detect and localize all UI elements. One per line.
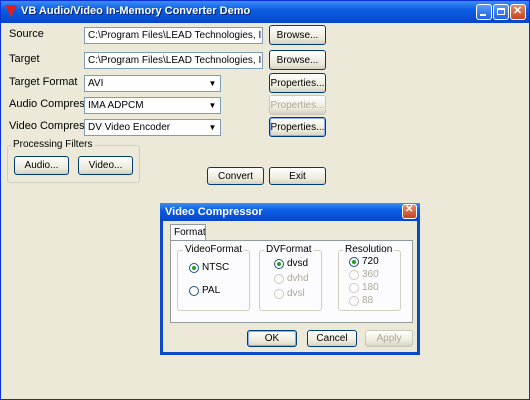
dvsl-label: dvsl: [287, 288, 305, 299]
target-format-value: AVI: [88, 78, 104, 89]
dvformat-title: DVFormat: [264, 244, 314, 255]
videoformat-title: VideoFormat: [183, 244, 245, 255]
ok-button[interactable]: OK: [247, 330, 297, 347]
apply-button[interactable]: Apply: [365, 330, 413, 347]
res-88-label: 88: [362, 295, 374, 306]
target-format-label: Target Format: [9, 76, 78, 88]
source-browse-button[interactable]: Browse...: [269, 25, 326, 45]
close-icon: ✕: [405, 204, 414, 215]
dvhd-radio[interactable]: [274, 274, 284, 284]
videoformat-group: [177, 250, 250, 311]
video-filters-button[interactable]: Video...: [78, 156, 133, 175]
pal-radio[interactable]: [189, 286, 199, 296]
res-720-radio[interactable]: [349, 257, 359, 267]
dialog-close-button[interactable]: ✕: [402, 204, 417, 219]
video-compressor-dialog: Video Compressor ✕ Format VideoFormat NT…: [160, 203, 420, 355]
minimize-button[interactable]: [476, 4, 492, 20]
target-format-select[interactable]: AVI ▼: [84, 75, 221, 92]
chevron-down-icon[interactable]: ▼: [206, 99, 219, 112]
dvsd-label: dvsd: [287, 258, 309, 269]
chevron-down-icon[interactable]: ▼: [206, 121, 219, 134]
exit-button[interactable]: Exit: [269, 167, 326, 185]
tab-format-label: Format: [174, 227, 206, 238]
ntsc-radio[interactable]: [189, 263, 199, 273]
app-icon: [5, 5, 17, 17]
processing-filters-title: Processing Filters: [11, 139, 95, 150]
dialog-title-bar[interactable]: Video Compressor ✕: [160, 203, 420, 221]
target-format-properties-button[interactable]: Properties...: [269, 73, 326, 93]
dvsl-radio[interactable]: [274, 289, 284, 299]
res-360-label: 360: [362, 269, 379, 280]
cancel-button[interactable]: Cancel: [307, 330, 357, 347]
dvsd-radio[interactable]: [274, 259, 284, 269]
res-180-label: 180: [362, 282, 379, 293]
target-path-field[interactable]: C:\Program Files\LEAD Technologies, Inc\…: [84, 52, 263, 69]
maximize-button[interactable]: [493, 4, 509, 20]
pal-label: PAL: [202, 285, 221, 296]
source-path-field[interactable]: C:\Program Files\LEAD Technologies, Inc\…: [84, 27, 263, 44]
convert-button[interactable]: Convert: [207, 167, 264, 185]
tab-format[interactable]: Format: [170, 224, 206, 241]
dvhd-label: dvhd: [287, 273, 309, 284]
minimize-icon: [480, 14, 486, 16]
video-compressor-select[interactable]: DV Video Encoder ▼: [84, 119, 221, 136]
resolution-title: Resolution: [343, 244, 395, 255]
dialog-title: Video Compressor: [165, 206, 263, 218]
target-browse-button[interactable]: Browse...: [269, 50, 326, 70]
audio-properties-button[interactable]: Properties...: [269, 95, 326, 115]
res-88-radio[interactable]: [349, 296, 359, 306]
window-title: VB Audio/Video In-Memory Converter Demo: [21, 5, 251, 17]
chevron-down-icon[interactable]: ▼: [206, 77, 219, 90]
close-button[interactable]: ✕: [510, 4, 526, 20]
res-720-label: 720: [362, 256, 379, 267]
res-360-radio[interactable]: [349, 270, 359, 280]
title-bar[interactable]: VB Audio/Video In-Memory Converter Demo …: [1, 1, 529, 23]
source-label: Source: [9, 28, 44, 40]
audio-compressor-value: IMA ADPCM: [88, 100, 144, 111]
video-properties-button[interactable]: Properties...: [269, 117, 326, 137]
audio-filters-button[interactable]: Audio...: [14, 156, 69, 175]
maximize-icon: [497, 8, 505, 15]
close-icon: ✕: [513, 5, 523, 17]
ntsc-label: NTSC: [202, 262, 230, 273]
video-compressor-value: DV Video Encoder: [88, 122, 171, 133]
target-label: Target: [9, 53, 40, 65]
res-180-radio[interactable]: [349, 283, 359, 293]
audio-compressor-select[interactable]: IMA ADPCM ▼: [84, 97, 221, 114]
